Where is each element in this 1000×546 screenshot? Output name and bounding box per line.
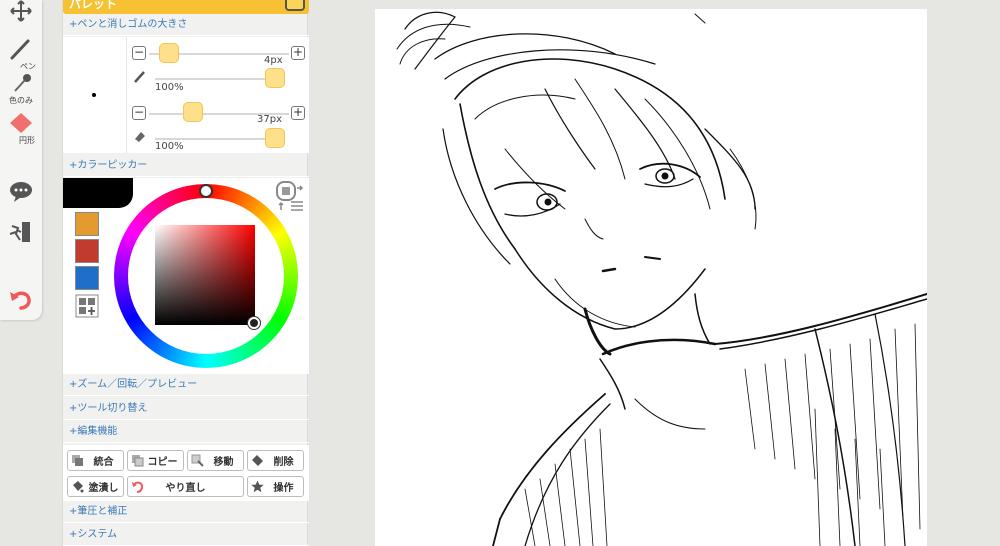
shape-label: 円形	[19, 136, 35, 145]
eraser-size-decrease-button[interactable]: −	[132, 106, 146, 120]
copy-button[interactable]: コピー	[127, 450, 184, 471]
redo-icon	[132, 481, 144, 493]
paint-bucket-icon	[73, 481, 84, 493]
undo-button[interactable]	[0, 288, 42, 310]
pen-opacity-value: 100%	[155, 82, 184, 93]
star-icon	[251, 480, 264, 493]
move-label: 移動	[213, 457, 234, 468]
brush-preview-dot	[92, 93, 96, 97]
color-swatch-blue[interactable]	[75, 266, 99, 290]
current-color[interactable]	[63, 178, 133, 208]
hue-handle[interactable]	[199, 184, 213, 198]
merge-label: 統合	[93, 457, 114, 468]
move-layer-icon	[191, 454, 204, 467]
operate-label: 操作	[273, 483, 294, 494]
exit-button[interactable]	[0, 220, 42, 244]
saturation-value-square[interactable]	[155, 225, 255, 325]
delete-eraser-icon	[252, 455, 263, 466]
brush-size-area: − + 4px 100% − + 37px 100%	[63, 37, 309, 153]
eraser-opacity-value: 100%	[155, 141, 184, 152]
sketch-artwork	[396, 11, 928, 546]
section-edit[interactable]: +編集機能	[63, 421, 309, 443]
eraser-size-increase-button[interactable]: +	[291, 106, 305, 120]
color-picker-area	[63, 178, 309, 374]
section-color-picker[interactable]: +カラーピッカー	[63, 155, 309, 177]
palette-header: パレット	[63, 0, 309, 14]
pen-size-knob[interactable]	[159, 43, 179, 63]
section-tool-switch[interactable]: +ツール切り替え	[63, 398, 309, 420]
edit-buttons-area: 統合 コピー 移動 削除 塗潰し やり直し 操作	[63, 445, 309, 501]
color-swatch-orange[interactable]	[75, 212, 99, 236]
eraser-icon	[135, 132, 145, 142]
palette-title: パレット	[69, 0, 118, 11]
eraser-opacity-knob[interactable]	[265, 128, 285, 148]
section-pressure[interactable]: +筆圧と補正	[63, 501, 309, 523]
saturation-value-handle[interactable]	[248, 317, 260, 329]
section-zoom[interactable]: +ズーム／回転／プレビュー	[63, 374, 309, 396]
redo-button[interactable]: やり直し	[127, 476, 244, 497]
move-tool[interactable]	[0, 0, 42, 22]
chat-button[interactable]	[0, 180, 42, 204]
left-toolbar: ペン 色のみ 円形	[0, 0, 42, 320]
pen-size-decrease-button[interactable]: −	[132, 46, 146, 60]
pen-opacity-icon	[134, 71, 145, 83]
copy-icon	[132, 455, 144, 467]
move-button[interactable]: 移動	[187, 450, 244, 471]
shape-tool[interactable]: 円形	[0, 112, 42, 146]
diamond-shape-icon	[10, 113, 32, 133]
add-swatch-icon[interactable]	[75, 294, 99, 318]
move-icon	[10, 0, 32, 22]
undo-icon	[10, 291, 31, 310]
eyedropper-label: 色のみ	[9, 96, 33, 105]
merge-icon	[72, 455, 83, 466]
merge-button[interactable]: 統合	[67, 450, 124, 471]
pen-opacity-knob[interactable]	[265, 68, 285, 88]
palette-panel: パレット +ペンと消しゴムの大きさ − + 4px 100% − + 37px …	[62, 0, 309, 546]
pen-size-increase-button[interactable]: +	[291, 46, 305, 60]
eyedropper-tool[interactable]: 色のみ	[0, 72, 42, 106]
color-swatch-red[interactable]	[75, 239, 99, 263]
section-system[interactable]: +システム	[63, 524, 309, 546]
delete-button[interactable]: 削除	[247, 450, 304, 471]
copy-label: コピー	[147, 457, 178, 468]
operate-button[interactable]: 操作	[247, 476, 304, 497]
drawing-canvas[interactable]	[375, 9, 928, 546]
chat-bubble-icon	[10, 182, 32, 202]
pen-tool[interactable]: ペン	[0, 38, 42, 72]
eraser-size-value: 37px	[257, 114, 282, 125]
redo-label: やり直し	[165, 483, 206, 494]
color-settings-icon[interactable]	[275, 180, 305, 212]
fill-label: 塗潰し	[88, 483, 119, 494]
fill-button[interactable]: 塗潰し	[67, 476, 124, 497]
pen-icon	[10, 39, 30, 60]
pen-label: ペン	[20, 62, 36, 71]
brush-preview	[63, 37, 127, 153]
delete-label: 削除	[273, 457, 294, 468]
exit-door-icon	[9, 222, 30, 242]
palette-toggle-button[interactable]	[285, 0, 305, 11]
eraser-size-knob[interactable]	[183, 102, 203, 122]
section-brush-size[interactable]: +ペンと消しゴムの大きさ	[63, 14, 309, 36]
pen-size-value: 4px	[264, 55, 283, 66]
eyedropper-icon	[14, 74, 31, 92]
